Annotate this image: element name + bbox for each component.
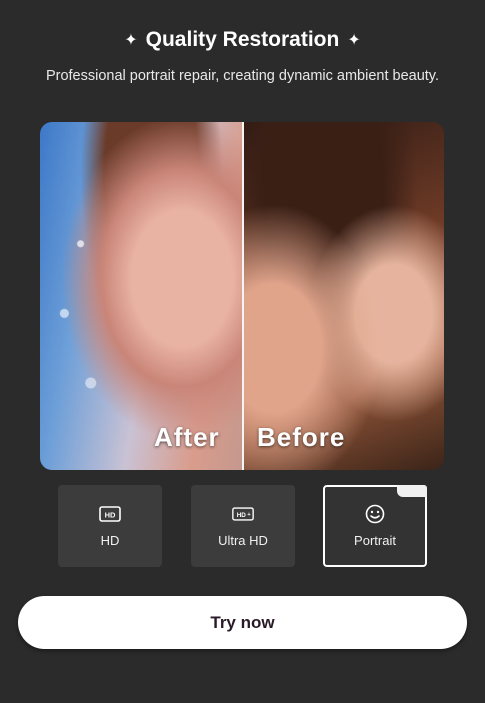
after-label: After <box>154 422 220 452</box>
hd-plus-icon: HD + <box>232 505 254 523</box>
after-image <box>40 122 243 470</box>
sparkle-icon: ✦ <box>347 32 361 49</box>
mode-option-ultra-hd[interactable]: HD + Ultra HD <box>191 485 295 567</box>
title-row: ✦ Quality Restoration ✦ <box>0 28 485 52</box>
sparkle-icon: ✦ <box>124 32 138 49</box>
svg-text:+: + <box>247 512 251 518</box>
before-after-comparison[interactable]: After Before <box>40 122 444 470</box>
before-image <box>243 122 444 470</box>
mode-label: Ultra HD <box>218 532 268 548</box>
smiley-face-icon <box>364 504 386 523</box>
try-now-button[interactable]: Try now <box>18 596 467 649</box>
mode-option-hd[interactable]: HD HD <box>58 485 162 567</box>
hd-icon: HD <box>99 505 121 523</box>
badge <box>397 485 427 497</box>
mode-label: HD <box>100 532 120 548</box>
mode-option-portrait[interactable]: Portrait <box>323 485 427 567</box>
page-subtitle: Professional portrait repair, creating d… <box>45 68 440 84</box>
comparison-divider-handle[interactable] <box>242 122 244 470</box>
mode-label: Portrait <box>354 532 396 548</box>
svg-text:HD: HD <box>105 510 116 519</box>
before-label: Before <box>257 422 346 452</box>
page-title: Quality Restoration <box>145 28 340 51</box>
mode-selector: HD HD HD + Ultra HD Portrait <box>58 485 428 567</box>
svg-text:HD: HD <box>237 511 247 518</box>
